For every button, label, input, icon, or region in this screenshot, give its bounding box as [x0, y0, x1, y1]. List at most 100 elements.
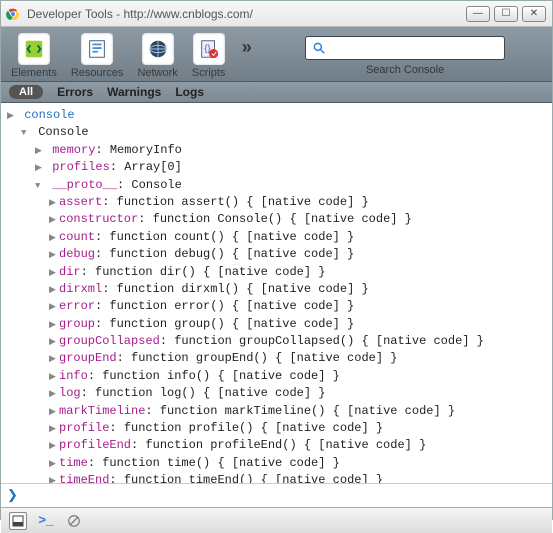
- tree-method[interactable]: log: function log() { [native code] }: [7, 385, 546, 402]
- console-prompt-button[interactable]: >_: [37, 512, 55, 530]
- scripts-icon: {}: [193, 33, 225, 65]
- tree-memory[interactable]: memory: MemoryInfo: [7, 142, 546, 159]
- prompt-icon: ❯: [7, 488, 18, 503]
- tab-network[interactable]: Network: [135, 33, 179, 79]
- chevron-right-icon[interactable]: [49, 211, 59, 228]
- search-input[interactable]: [332, 40, 498, 56]
- filter-all[interactable]: All: [9, 85, 43, 99]
- prop-key: profiles: [52, 160, 110, 174]
- tree-method[interactable]: markTimeline: function markTimeline() { …: [7, 403, 546, 420]
- tree-method[interactable]: profile: function profile() { [native co…: [7, 420, 546, 437]
- chevron-right-icon[interactable]: [49, 333, 59, 350]
- tree-method[interactable]: groupEnd: function groupEnd() { [native …: [7, 350, 546, 367]
- chevron-right-icon[interactable]: [49, 455, 59, 472]
- prop-val: function profileEnd() { [native code] }: [145, 438, 426, 452]
- tool-group: Elements Resources Network {} Scripts: [9, 33, 227, 79]
- prop-val: function assert() { [native code] }: [117, 195, 369, 209]
- network-icon: [142, 33, 174, 65]
- prop-val: function groupCollapsed() { [native code…: [174, 334, 484, 348]
- tree-method[interactable]: dirxml: function dirxml() { [native code…: [7, 281, 546, 298]
- prop-val: function Console() { [native code] }: [153, 212, 412, 226]
- tree-method[interactable]: groupCollapsed: function groupCollapsed(…: [7, 333, 546, 350]
- chevron-right-icon[interactable]: [35, 159, 45, 176]
- filter-errors[interactable]: Errors: [57, 85, 93, 99]
- prop-key: group: [59, 317, 95, 331]
- tree-console[interactable]: Console: [7, 124, 546, 141]
- chevron-right-icon[interactable]: [49, 298, 59, 315]
- prop-val: function groupEnd() { [native code] }: [131, 351, 397, 365]
- tree-profiles[interactable]: profiles: Array[0]: [7, 159, 546, 176]
- prop-key: dir: [59, 265, 81, 279]
- prop-key: info: [59, 369, 88, 383]
- console-output[interactable]: console Console memory: MemoryInfo profi…: [1, 103, 552, 483]
- prop-val: function count() { [native code] }: [109, 230, 354, 244]
- tree-proto[interactable]: __proto__: Console: [7, 177, 546, 194]
- maximize-button[interactable]: ☐: [494, 6, 518, 22]
- clear-icon: [67, 514, 81, 528]
- filter-warnings[interactable]: Warnings: [107, 85, 161, 99]
- tab-label: Resources: [71, 67, 124, 79]
- tab-scripts[interactable]: {} Scripts: [190, 33, 228, 79]
- tree-method[interactable]: dir: function dir() { [native code] }: [7, 264, 546, 281]
- chevron-down-icon[interactable]: [35, 177, 45, 194]
- toggle-drawer-button[interactable]: [9, 512, 27, 530]
- chrome-icon: [5, 6, 21, 22]
- chevron-right-icon[interactable]: [49, 403, 59, 420]
- prop-key: profile: [59, 421, 109, 435]
- prop-val: function timeEnd() { [native code] }: [124, 473, 383, 483]
- chevron-right-icon[interactable]: [49, 385, 59, 402]
- chevron-right-icon[interactable]: [49, 368, 59, 385]
- prop-key: memory: [52, 143, 95, 157]
- drawer-icon: [12, 515, 24, 527]
- tab-elements[interactable]: Elements: [9, 33, 59, 79]
- chevron-right-icon[interactable]: [49, 264, 59, 281]
- tab-label: Scripts: [192, 67, 226, 79]
- prop-val: MemoryInfo: [110, 143, 182, 157]
- tree-method[interactable]: timeEnd: function timeEnd() { [native co…: [7, 472, 546, 483]
- tree-root[interactable]: console: [7, 107, 546, 124]
- prop-key: assert: [59, 195, 102, 209]
- prop-val: function profile() { [native code] }: [124, 421, 383, 435]
- chevron-right-icon[interactable]: [49, 350, 59, 367]
- tree-method[interactable]: constructor: function Console() { [nativ…: [7, 211, 546, 228]
- tab-label: Network: [137, 67, 177, 79]
- prop-key: time: [59, 456, 88, 470]
- tree-method[interactable]: time: function time() { [native code] }: [7, 455, 546, 472]
- chevron-right-icon[interactable]: [49, 316, 59, 333]
- overflow-button[interactable]: »: [241, 39, 252, 59]
- search-box[interactable]: [305, 36, 505, 60]
- search-wrap: Search Console: [266, 36, 544, 76]
- tree-method[interactable]: assert: function assert() { [native code…: [7, 194, 546, 211]
- chevron-right-icon[interactable]: [49, 437, 59, 454]
- chevron-right-icon[interactable]: [35, 142, 45, 159]
- tree-method[interactable]: count: function count() { [native code] …: [7, 229, 546, 246]
- search-label: Search Console: [366, 64, 444, 76]
- chevron-right-icon[interactable]: [7, 107, 17, 124]
- chevron-right-icon[interactable]: [49, 246, 59, 263]
- chevron-right-icon[interactable]: [49, 281, 59, 298]
- tree-method[interactable]: error: function error() { [native code] …: [7, 298, 546, 315]
- tree-method[interactable]: profileEnd: function profileEnd() { [nat…: [7, 437, 546, 454]
- prop-val: function dir() { [native code] }: [95, 265, 325, 279]
- minimize-button[interactable]: —: [466, 6, 490, 22]
- filter-logs[interactable]: Logs: [175, 85, 204, 99]
- window-buttons: — ☐ ✕: [466, 6, 546, 22]
- chevron-right-icon[interactable]: [49, 472, 59, 483]
- root-label: console: [24, 108, 74, 122]
- bottom-bar: >_: [1, 507, 552, 533]
- clear-button[interactable]: [65, 512, 83, 530]
- tree-method[interactable]: info: function info() { [native code] }: [7, 368, 546, 385]
- prop-key: dirxml: [59, 282, 102, 296]
- tree-method[interactable]: debug: function debug() { [native code] …: [7, 246, 546, 263]
- tree-method[interactable]: group: function group() { [native code] …: [7, 316, 546, 333]
- tab-resources[interactable]: Resources: [69, 33, 126, 79]
- chevron-right-icon[interactable]: [49, 420, 59, 437]
- console-prompt[interactable]: ❯: [1, 483, 552, 507]
- prop-key: debug: [59, 247, 95, 261]
- chevron-right-icon[interactable]: [49, 229, 59, 246]
- prop-val: Console: [131, 178, 181, 192]
- chevron-down-icon[interactable]: [21, 124, 31, 141]
- close-button[interactable]: ✕: [522, 6, 546, 22]
- chevron-right-icon[interactable]: [49, 194, 59, 211]
- tab-label: Elements: [11, 67, 57, 79]
